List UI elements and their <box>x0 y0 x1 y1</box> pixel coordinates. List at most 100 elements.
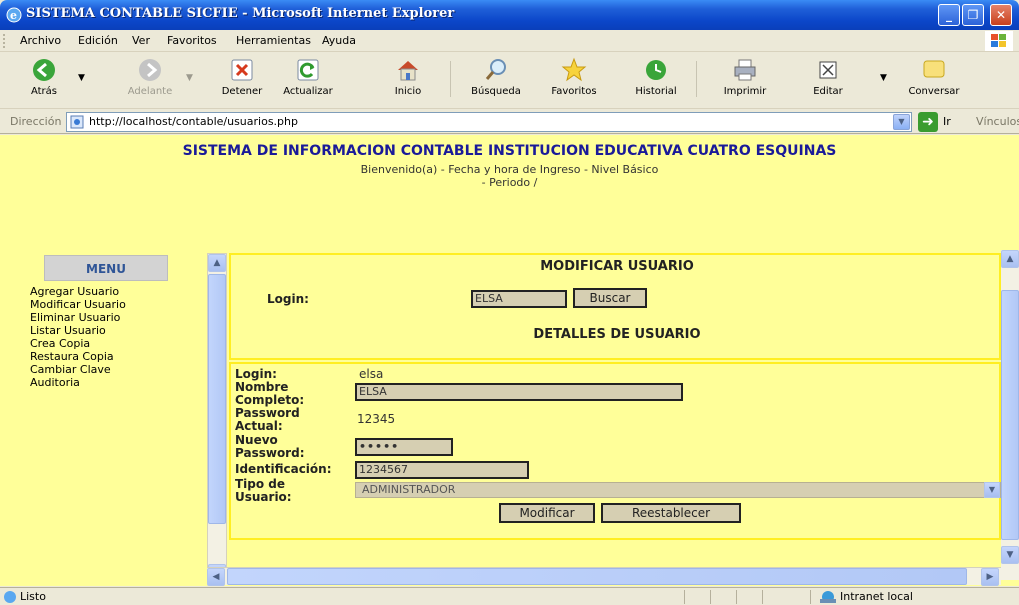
menu-herramientas[interactable]: Herramientas <box>236 34 311 47</box>
search-section: MODIFICAR USUARIO Login: ELSA Buscar DET… <box>229 253 1001 360</box>
forward-icon <box>139 59 161 81</box>
identification-label: Identificación: <box>235 462 332 476</box>
links-button[interactable]: Vínculos <box>976 115 1019 128</box>
home-button[interactable]: Inicio <box>378 55 438 105</box>
refresh-icon <box>297 59 319 81</box>
back-button[interactable]: Atrás <box>14 55 74 105</box>
login-input[interactable]: ELSA <box>471 290 567 308</box>
menu-item-modificar-usuario[interactable]: Modificar Usuario <box>30 298 126 311</box>
intranet-icon <box>820 591 836 603</box>
edit-icon <box>819 61 837 79</box>
edit-button[interactable]: Editar <box>798 55 858 105</box>
user-type-label-2: Usuario: <box>235 490 292 504</box>
back-dropdown-icon[interactable]: ▼ <box>78 73 85 83</box>
status-separator <box>710 590 711 604</box>
menu-favoritos[interactable]: Favoritos <box>167 34 217 47</box>
toolbar-grip <box>3 34 6 48</box>
side-menu: MENU <box>0 255 196 281</box>
status-separator <box>762 590 763 604</box>
toolbar: Atrás ▼ Adelante ▼ Detener Actualizar In… <box>0 53 1019 109</box>
address-bar: Dirección http://localhost/contable/usua… <box>0 110 1019 134</box>
chevron-down-icon[interactable]: ▼ <box>984 482 1000 498</box>
toolbar-separator <box>450 61 451 97</box>
menu-ver[interactable]: Ver <box>132 34 150 47</box>
login-label: Login: <box>267 292 309 306</box>
period-line: - Periodo / <box>481 176 538 189</box>
go-button[interactable]: Ir <box>943 115 951 128</box>
search-icon <box>485 59 506 80</box>
frame-horizontal-scrollbar[interactable]: ◀ ▶ <box>207 567 1001 586</box>
status-separator <box>684 590 685 604</box>
scroll-up-icon[interactable]: ▲ <box>208 254 226 272</box>
menu-edicion[interactable]: Edición <box>78 34 118 47</box>
page-icon <box>70 115 84 129</box>
scroll-right-icon[interactable]: ▶ <box>981 568 999 586</box>
print-button[interactable]: Imprimir <box>715 55 775 105</box>
status-separator <box>810 590 811 604</box>
menu-item-restaura-copia[interactable]: Restaura Copia <box>30 350 126 363</box>
identification-input[interactable]: 1234567 <box>355 461 529 479</box>
horizontal-scroll-thumb[interactable] <box>227 568 967 585</box>
page-scroll-thumb[interactable] <box>1001 290 1019 540</box>
history-button[interactable]: Historial <box>626 55 686 105</box>
search-button[interactable]: Buscar <box>573 288 647 308</box>
menu-item-crea-copia[interactable]: Crea Copia <box>30 337 126 350</box>
close-button[interactable]: ✕ <box>990 4 1012 26</box>
svg-text:e: e <box>10 9 17 22</box>
scroll-thumb[interactable] <box>208 274 226 524</box>
menu-heading: MENU <box>44 255 168 281</box>
menu-item-listar-usuario[interactable]: Listar Usuario <box>30 324 126 337</box>
menu-ayuda[interactable]: Ayuda <box>322 34 356 47</box>
menu-item-auditoria[interactable]: Auditoria <box>30 376 126 389</box>
address-input[interactable]: http://localhost/contable/usuarios.php ▼ <box>66 112 912 132</box>
messenger-icon <box>923 60 945 78</box>
reset-button[interactable]: Reestablecer <box>601 503 741 523</box>
modify-user-form: MODIFICAR USUARIO Login: ELSA Buscar DET… <box>229 253 1001 563</box>
address-url: http://localhost/contable/usuarios.php <box>89 115 298 128</box>
forward-button[interactable]: Adelante <box>120 55 180 105</box>
menu-bar: Archivo Edición Ver Favoritos Herramient… <box>0 30 1019 52</box>
page-vertical-scrollbar[interactable]: ▲ ▼ <box>1001 250 1019 580</box>
toolbar-separator <box>696 61 697 97</box>
user-type-selected: ADMINISTRADOR <box>362 483 456 496</box>
back-icon <box>33 59 55 81</box>
fullname-input[interactable]: ELSA <box>355 383 683 401</box>
page-content: SISTEMA DE INFORMACION CONTABLE INSTITUC… <box>0 135 1019 586</box>
search-button[interactable]: Búsqueda <box>466 55 526 105</box>
page-scroll-up-icon[interactable]: ▲ <box>1001 250 1019 268</box>
title-bar: e SISTEMA CONTABLE SICFIE - Microsoft In… <box>0 0 1019 30</box>
edit-dropdown-icon[interactable]: ▼ <box>880 73 887 83</box>
current-password-value: 12345 <box>357 412 396 426</box>
details-section: Login: elsa Nombre Completo: ELSA Passwo… <box>229 362 1001 540</box>
menu-item-eliminar-usuario[interactable]: Eliminar Usuario <box>30 311 126 324</box>
welcome-line: Bienvenido(a) - Fecha y hora de Ingreso … <box>360 163 659 176</box>
status-separator <box>736 590 737 604</box>
frame-vertical-scrollbar[interactable]: ▲ ▼ <box>207 253 227 583</box>
star-icon <box>561 57 587 82</box>
detail-login-value: elsa <box>359 367 384 381</box>
menu-archivo[interactable]: Archivo <box>20 34 61 47</box>
refresh-button[interactable]: Actualizar <box>278 55 338 105</box>
forward-dropdown-icon[interactable]: ▼ <box>186 73 193 83</box>
favorites-button[interactable]: Favoritos <box>544 55 604 105</box>
address-dropdown-icon[interactable]: ▼ <box>893 114 910 130</box>
windows-flag-icon <box>985 31 1013 51</box>
user-type-select[interactable]: ADMINISTRADOR ▼ <box>355 482 1001 498</box>
maximize-button[interactable]: ❐ <box>962 4 984 26</box>
page-scroll-down-icon[interactable]: ▼ <box>1001 546 1019 564</box>
form-title: MODIFICAR USUARIO <box>540 259 694 274</box>
messenger-button[interactable]: Conversar <box>898 55 970 105</box>
details-title: DETALLES DE USUARIO <box>533 327 701 342</box>
stop-button[interactable]: Detener <box>212 55 272 105</box>
menu-item-cambiar-clave[interactable]: Cambiar Clave <box>30 363 126 376</box>
modify-button[interactable]: Modificar <box>499 503 595 523</box>
printer-icon <box>734 59 756 81</box>
minimize-button[interactable]: _ <box>938 4 960 26</box>
scroll-left-icon[interactable]: ◀ <box>207 568 225 586</box>
menu-item-agregar-usuario[interactable]: Agregar Usuario <box>30 285 126 298</box>
go-arrow-icon[interactable]: ➜ <box>918 112 938 132</box>
page-title: SISTEMA DE INFORMACION CONTABLE INSTITUC… <box>182 143 837 159</box>
ie-status-icon <box>4 591 16 603</box>
current-password-label-2: Actual: <box>235 419 283 433</box>
new-password-input[interactable]: ••••• <box>355 438 453 456</box>
